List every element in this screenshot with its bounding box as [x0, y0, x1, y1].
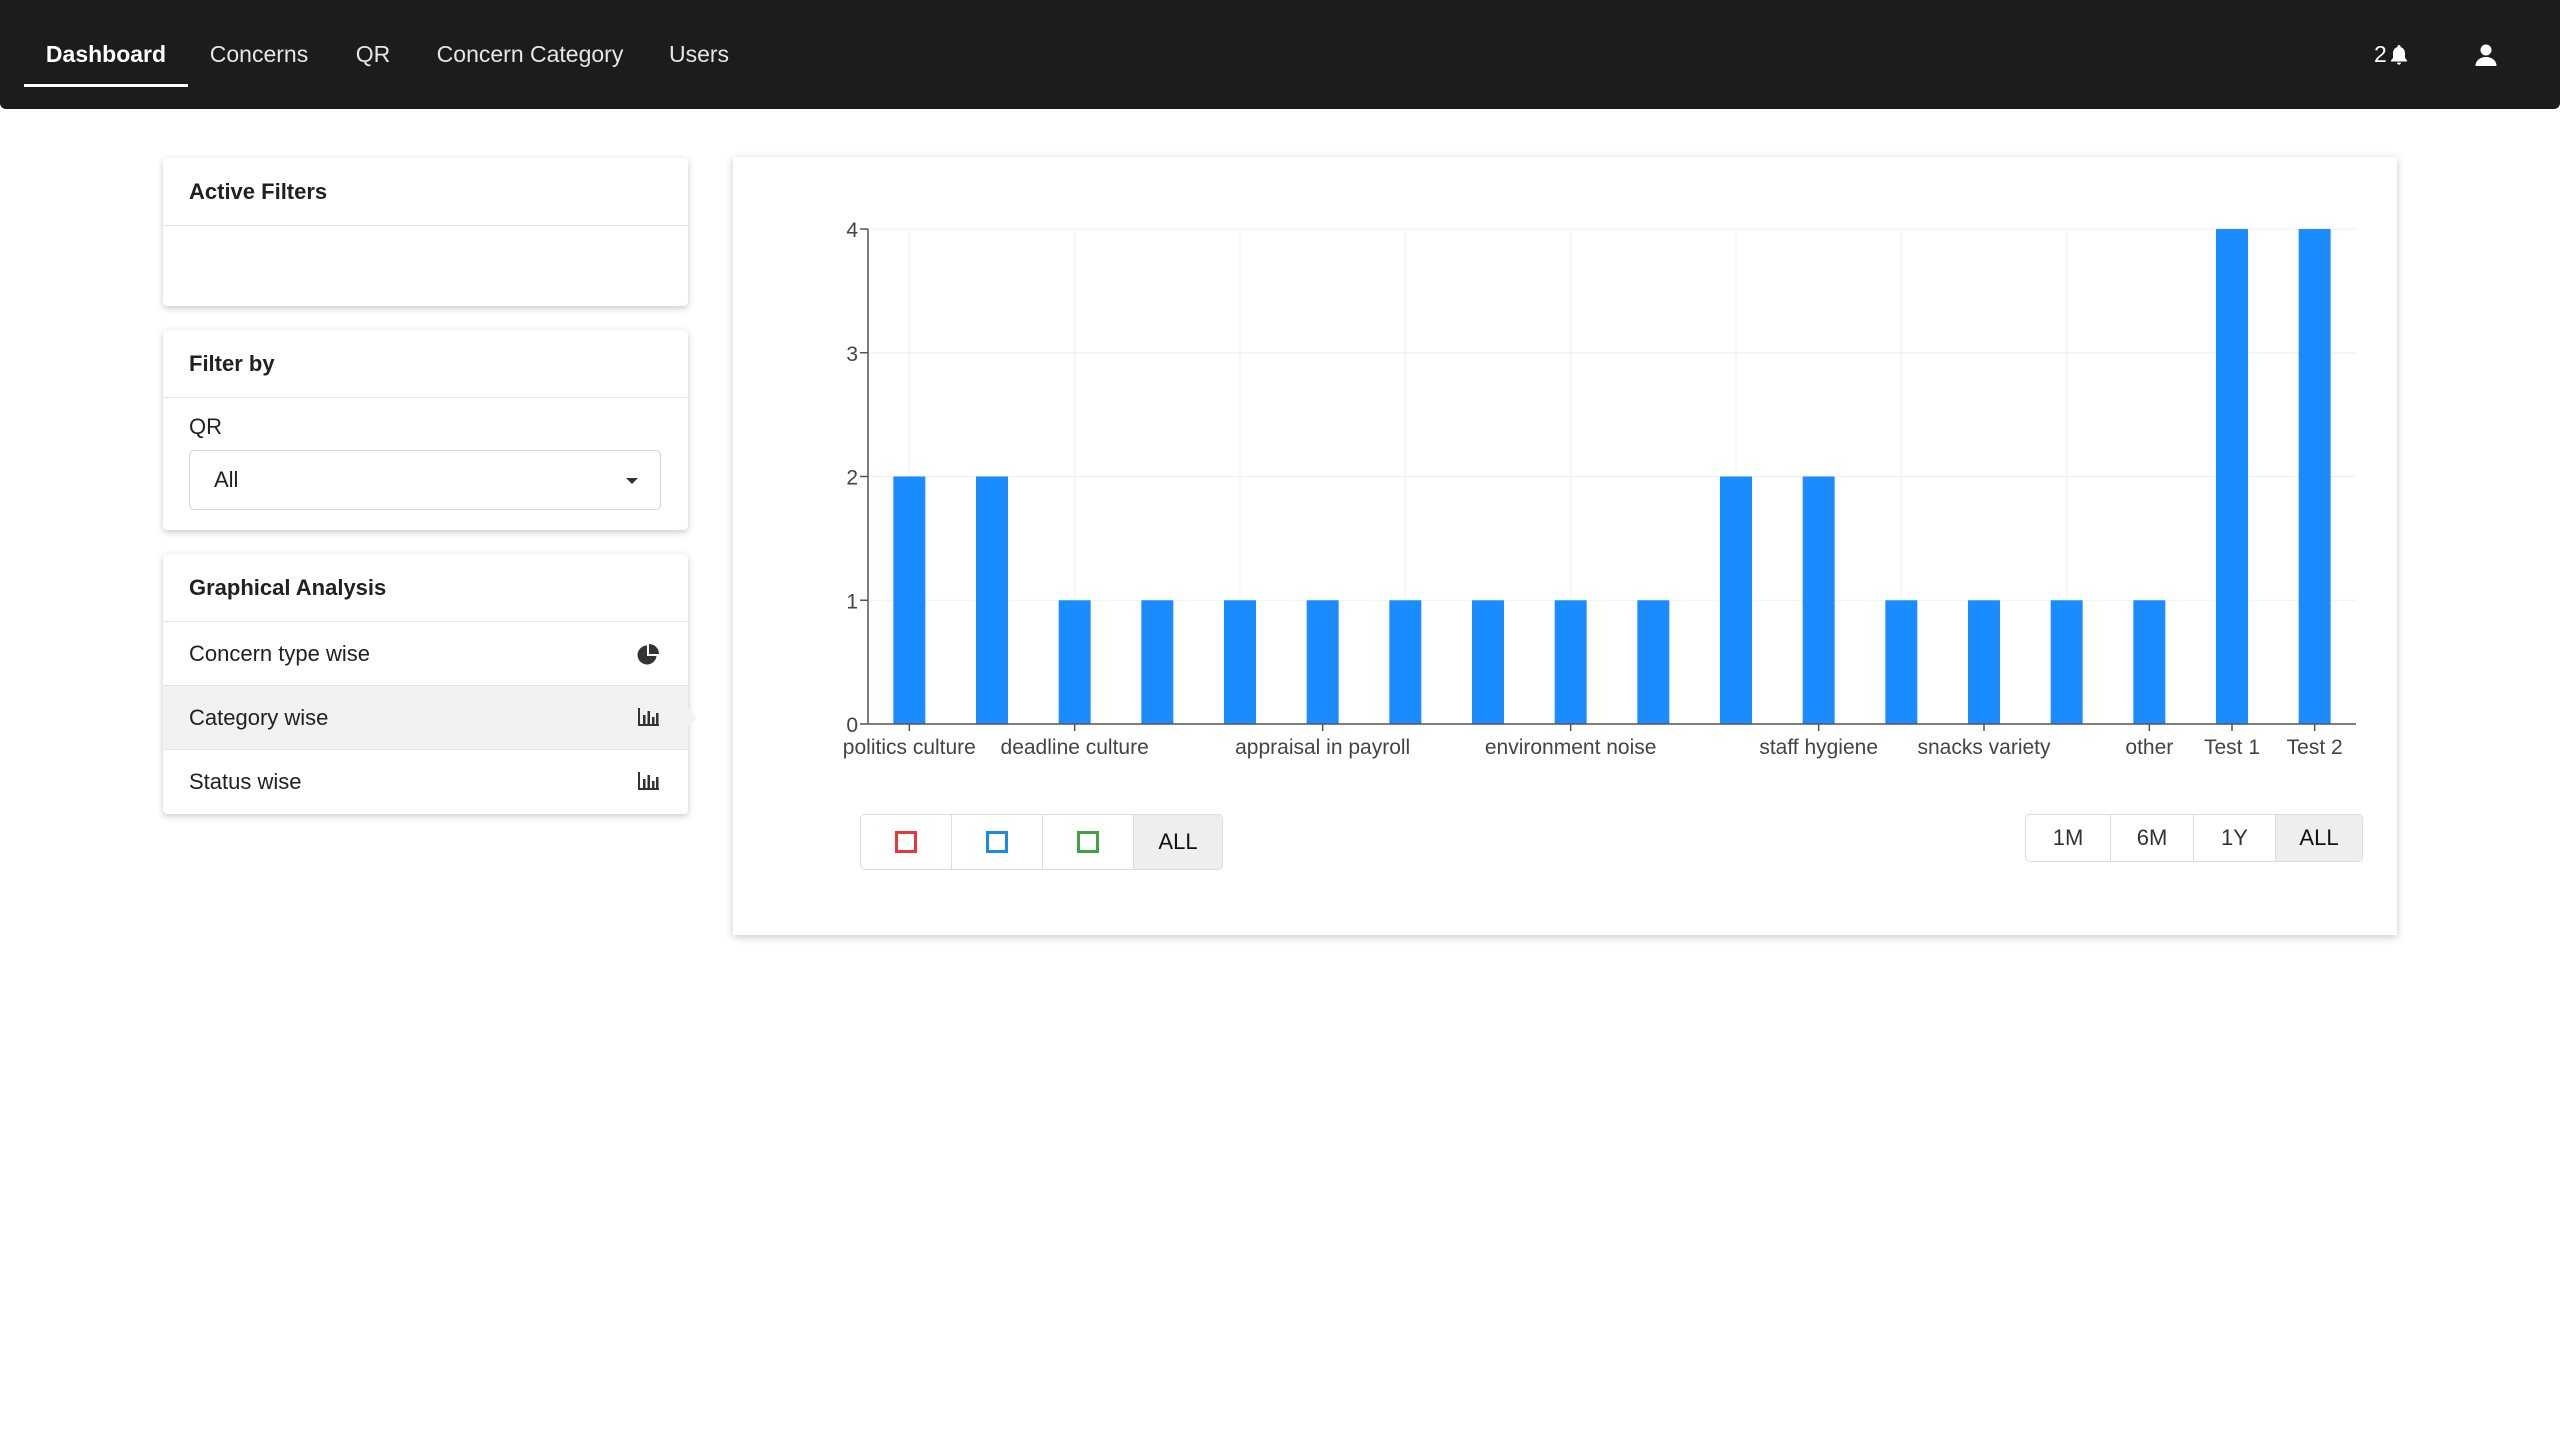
- active-filters-card: Active Filters: [163, 158, 688, 306]
- x-tick-label: Test 2: [2287, 736, 2343, 759]
- chart-bar: [1885, 600, 1918, 724]
- x-tick-label: deadline culture: [1001, 736, 1149, 759]
- y-tick-label: 0: [846, 714, 858, 737]
- chart-bar: [2216, 229, 2248, 724]
- chart-bar: [1637, 600, 1670, 724]
- time-filter-group: 1M 6M 1Y ALL: [2025, 814, 2363, 862]
- tab-dashboard[interactable]: Dashboard: [24, 0, 188, 87]
- x-tick-label: politics culture: [843, 736, 976, 759]
- y-tick-label: 3: [846, 343, 858, 366]
- graphical-analysis-title: Graphical Analysis: [163, 554, 688, 622]
- tab-concern-category[interactable]: Concern Category: [428, 0, 632, 87]
- chart-bar: [2133, 600, 2166, 724]
- filter-by-card: Filter by QR All: [163, 330, 688, 530]
- time-filter-1y[interactable]: 1Y: [2194, 815, 2276, 861]
- y-tick-label: 4: [846, 219, 858, 242]
- chart-bar: [1802, 476, 1835, 724]
- chart-bar: [2298, 229, 2331, 724]
- chart-bar: [1306, 600, 1339, 724]
- tab-concerns[interactable]: Concerns: [200, 0, 318, 87]
- chart-bar: [1389, 600, 1422, 724]
- filter-by-title: Filter by: [163, 330, 688, 398]
- chart-bar: [1968, 600, 2000, 724]
- user-icon[interactable]: [2474, 0, 2498, 109]
- status-filter-group: ALL: [860, 814, 1223, 870]
- chart-card: 0 1 2 3 4 politics culture deadline culture app…: [733, 157, 2397, 935]
- y-tick-label: 2: [846, 467, 858, 490]
- tab-users[interactable]: Users: [656, 0, 742, 87]
- analysis-item-label: Status wise: [189, 769, 302, 794]
- analysis-item-label: Concern type wise: [189, 641, 370, 666]
- chart-bar: [893, 476, 926, 724]
- green-square-icon: [1077, 831, 1099, 853]
- notifications[interactable]: 2: [2374, 0, 2409, 109]
- x-tick-label: appraisal in payroll: [1235, 736, 1410, 759]
- x-tick-label: Test 1: [2204, 736, 2260, 759]
- x-tick-label: staff hygiene: [1759, 736, 1878, 759]
- bar-chart-icon: [638, 708, 659, 726]
- status-filter-blue[interactable]: [952, 815, 1043, 869]
- red-square-icon: [895, 831, 917, 853]
- active-item-pointer: [688, 709, 696, 727]
- chart-bar: [2050, 600, 2083, 724]
- analysis-item-status[interactable]: Status wise: [163, 750, 688, 814]
- bar-chart-icon: [638, 772, 659, 790]
- chart-bar: [1224, 600, 1256, 724]
- chart-bar: [1058, 600, 1091, 724]
- qr-filter-select[interactable]: All: [189, 450, 661, 510]
- chart-bar: [1554, 600, 1587, 724]
- qr-filter-label: QR: [189, 414, 222, 439]
- top-navbar: Dashboard Concerns QR Concern Category U…: [0, 0, 2560, 109]
- chart-bar: [1141, 600, 1174, 724]
- y-tick-label: 1: [846, 590, 858, 613]
- time-filter-1m[interactable]: 1M: [2026, 815, 2111, 861]
- status-filter-all[interactable]: ALL: [1134, 815, 1222, 869]
- graphical-analysis-card: Graphical Analysis Concern type wise Cat…: [163, 554, 688, 814]
- chevron-down-icon: [626, 478, 638, 484]
- active-filters-title: Active Filters: [163, 158, 688, 226]
- notification-count: 2: [2374, 41, 2387, 67]
- chart-bar: [1472, 600, 1504, 724]
- tab-qr[interactable]: QR: [342, 0, 404, 87]
- analysis-item-concern-type[interactable]: Concern type wise: [163, 622, 688, 686]
- x-tick-label: other: [2125, 736, 2173, 759]
- bell-icon: [2389, 44, 2409, 66]
- pie-chart-icon: [637, 644, 659, 665]
- status-filter-green[interactable]: [1043, 815, 1134, 869]
- analysis-item-category[interactable]: Category wise: [163, 686, 688, 750]
- blue-square-icon: [986, 831, 1008, 853]
- qr-filter-value: All: [214, 467, 239, 492]
- chart-bar: [976, 476, 1008, 724]
- x-tick-label: environment noise: [1485, 736, 1657, 759]
- status-filter-red[interactable]: [861, 815, 952, 869]
- x-tick-label: snacks variety: [1917, 736, 2051, 759]
- time-filter-all[interactable]: ALL: [2276, 815, 2362, 861]
- chart-bar: [1720, 476, 1752, 724]
- analysis-item-label: Category wise: [189, 705, 329, 730]
- time-filter-6m[interactable]: 6M: [2111, 815, 2194, 861]
